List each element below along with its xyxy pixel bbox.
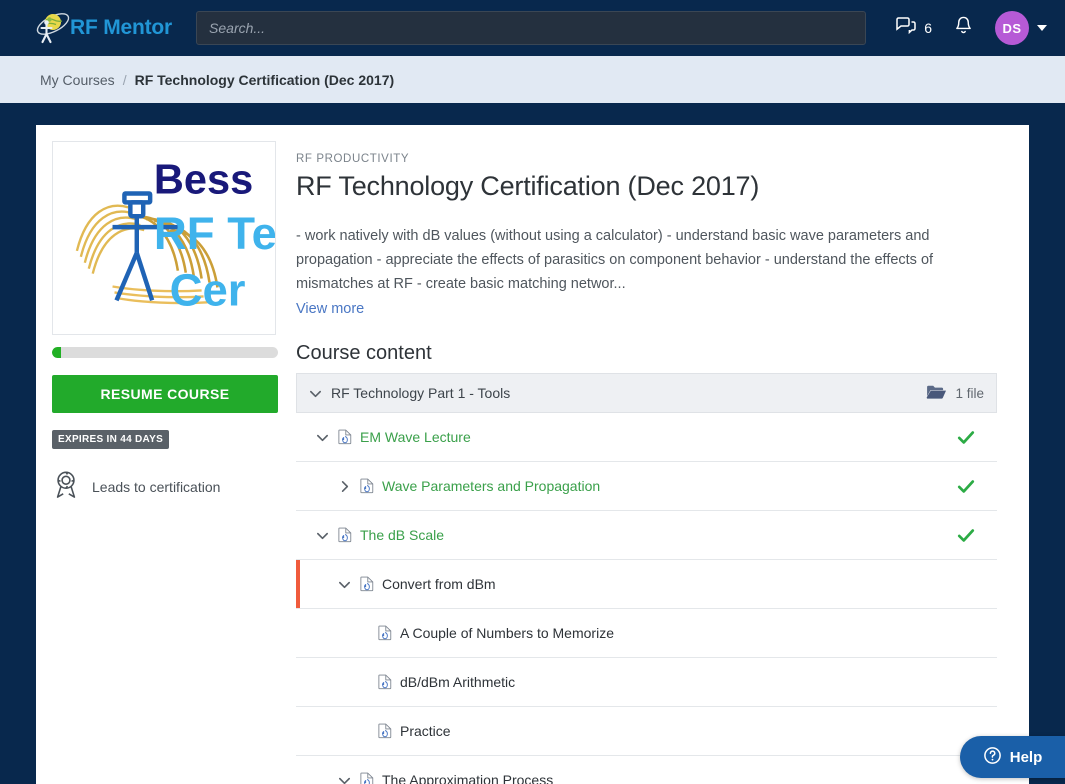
course-category: RF PRODUCTIVITY <box>296 153 410 165</box>
search-input[interactable] <box>196 11 867 45</box>
award-ribbon-icon <box>52 469 80 504</box>
bell-icon <box>954 15 973 41</box>
app-root: RF Mentor 6 <box>0 0 1065 784</box>
topic-row-content: The dB Scale <box>296 527 444 543</box>
topic-row-content: Convert from dBm <box>296 576 496 592</box>
expiry-badge: EXPIRES IN 44 DAYS <box>52 430 170 449</box>
topic-row-content: Practice <box>296 723 451 739</box>
certification-info: Leads to certification <box>52 469 276 504</box>
topic-label: EM Wave Lecture <box>360 429 471 445</box>
topic-row[interactable]: A Couple of Numbers to Memorize <box>296 609 997 658</box>
presentation-file-icon <box>378 723 392 739</box>
brand-logo-link[interactable]: RF Mentor <box>32 10 172 46</box>
course-progress-fill <box>52 347 62 358</box>
help-button[interactable]: Help <box>960 736 1065 778</box>
course-content-heading: Course content <box>296 342 432 364</box>
topic-row-content: EM Wave Lecture <box>296 429 471 445</box>
completed-check-icon <box>957 430 975 445</box>
certification-label: Leads to certification <box>92 478 221 495</box>
avatar: DS <box>995 11 1029 45</box>
topic-label: Convert from dBm <box>382 576 496 592</box>
open-folder-icon <box>926 384 947 403</box>
breadcrumb-current: RF Technology Certification (Dec 2017) <box>134 71 395 88</box>
course-sidebar: Bess RF Te Cer RESUME COURSE EXPIRES IN … <box>36 125 292 784</box>
chevron-down-icon[interactable] <box>314 430 330 445</box>
breadcrumb-parent-link[interactable]: My Courses <box>40 72 115 88</box>
resume-course-button[interactable]: RESUME COURSE <box>52 375 278 413</box>
presentation-file-icon <box>378 674 392 690</box>
course-progress-bar <box>52 347 278 358</box>
completed-check-icon <box>957 528 975 543</box>
svg-text:Bess: Bess <box>154 155 253 202</box>
course-main: RF PRODUCTIVITY RF Technology Certificat… <box>292 125 1029 784</box>
chevron-down-icon[interactable] <box>314 528 330 543</box>
module-header[interactable]: RF Technology Part 1 - Tools 1 file <box>296 373 997 413</box>
presentation-file-icon <box>338 527 352 543</box>
topic-list: EM Wave Lecture Wave Parameters and Propa… <box>296 413 997 784</box>
topic-row-content: The Approximation Process <box>296 772 553 784</box>
topic-row[interactable]: EM Wave Lecture <box>296 413 997 462</box>
topic-row[interactable]: Wave Parameters and Propagation <box>296 462 997 511</box>
page-body: Bess RF Te Cer RESUME COURSE EXPIRES IN … <box>0 103 1065 784</box>
breadcrumb-separator: / <box>122 71 127 88</box>
view-more-link[interactable]: View more <box>296 301 364 317</box>
help-label: Help <box>1009 748 1043 766</box>
presentation-file-icon <box>360 772 374 784</box>
topic-row-content: Wave Parameters and Propagation <box>296 478 600 494</box>
course-description: - work natively with dB values (without … <box>296 228 934 292</box>
presentation-file-icon <box>360 576 374 592</box>
topic-row-content: dB/dBm Arithmetic <box>296 674 515 690</box>
svg-text:Cer: Cer <box>170 264 246 315</box>
top-navigation-bar: RF Mentor 6 <box>0 0 1065 56</box>
chevron-down-icon[interactable] <box>336 773 352 784</box>
topic-label: The Approximation Process <box>382 772 554 784</box>
question-circle-icon <box>983 746 1002 769</box>
notifications-button[interactable] <box>954 15 973 41</box>
chevron-down-icon[interactable] <box>336 577 352 592</box>
topic-label: Wave Parameters and Propagation <box>382 478 601 494</box>
presentation-file-icon <box>378 625 392 641</box>
module-file-count-label: 1 file <box>955 385 984 401</box>
topic-label: Practice <box>400 723 451 739</box>
presentation-file-icon <box>338 429 352 445</box>
topic-row[interactable]: The dB Scale <box>296 511 997 560</box>
module-file-count: 1 file <box>926 384 984 403</box>
topic-row[interactable]: Practice <box>296 707 997 756</box>
page-title: RF Technology Certification (Dec 2017) <box>296 171 760 201</box>
presentation-file-icon <box>360 478 374 494</box>
topic-row[interactable]: The Approximation Process <box>296 756 997 784</box>
topic-label: A Couple of Numbers to Memorize <box>400 625 614 641</box>
chevron-down-icon <box>307 386 323 401</box>
brand-name: RF Mentor <box>70 16 173 39</box>
globe-orbit-person-icon <box>32 10 72 46</box>
nav-actions: 6 DS <box>895 11 1047 45</box>
svg-text:RF Te: RF Te <box>154 208 275 259</box>
messages-button[interactable]: 6 <box>895 16 932 41</box>
course-thumbnail: Bess RF Te Cer <box>52 141 276 335</box>
topic-row[interactable]: Convert from dBm <box>296 560 997 609</box>
chat-bubbles-icon <box>895 16 917 41</box>
breadcrumb: My Courses / RF Technology Certification… <box>0 56 1065 103</box>
user-menu[interactable]: DS <box>995 11 1047 45</box>
topic-label: The dB Scale <box>360 527 445 543</box>
course-card: Bess RF Te Cer RESUME COURSE EXPIRES IN … <box>36 125 1029 784</box>
topic-row-content: A Couple of Numbers to Memorize <box>296 625 614 641</box>
topic-label: dB/dBm Arithmetic <box>400 674 516 690</box>
completed-check-icon <box>957 479 975 494</box>
messages-count: 6 <box>924 20 932 36</box>
search-container <box>196 11 867 45</box>
topic-row[interactable]: dB/dBm Arithmetic <box>296 658 997 707</box>
chevron-down-icon <box>1037 25 1047 31</box>
chevron-right-icon[interactable] <box>336 479 352 494</box>
module-title: RF Technology Part 1 - Tools <box>331 385 511 401</box>
